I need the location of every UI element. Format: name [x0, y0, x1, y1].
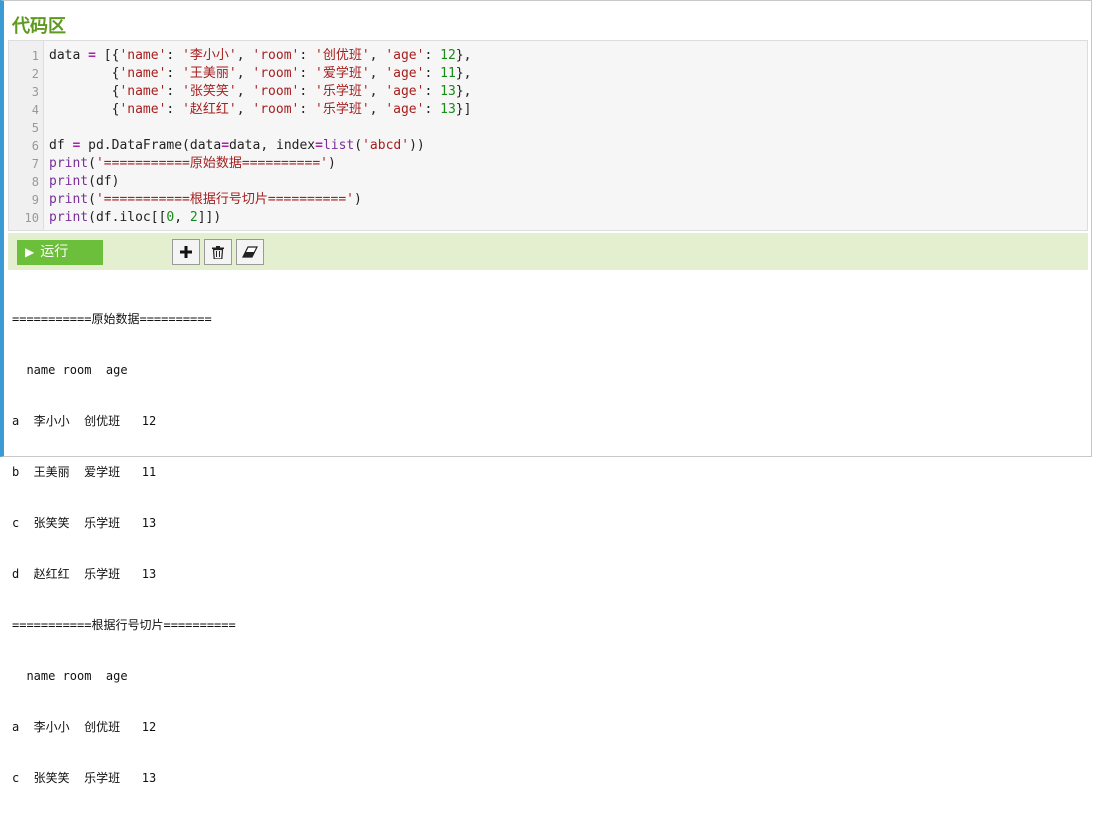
trash-icon	[212, 245, 224, 259]
line-number: 2	[31, 67, 39, 81]
play-icon: ▶	[25, 245, 35, 259]
code-text: print('===========根据行号切片==========')	[49, 192, 362, 207]
delete-button[interactable]	[204, 239, 232, 265]
code-text: {'name': '王美丽', 'room': '爱学班', 'age': 11…	[49, 66, 472, 81]
output-line: ===========原始数据==========	[12, 312, 212, 326]
line-number: 4	[31, 103, 39, 117]
editor-toolbar: ▶ 运行	[8, 233, 1088, 270]
code-text: data = [{'name': '李小小', 'room': '创优班', '…	[49, 48, 472, 63]
line-number: 9	[31, 193, 39, 207]
output-line: c 张笑笑 乐学班 13	[12, 771, 157, 785]
line-number: 3	[31, 85, 39, 99]
line-number: 8	[31, 175, 39, 189]
line-number: 1	[31, 49, 39, 63]
code-text: print(df.iloc[[0, 2]])	[49, 210, 222, 225]
plus-icon	[180, 246, 192, 258]
line-number: 10	[24, 211, 39, 225]
code-editor[interactable]: 1 data = [{'name': '李小小', 'room': '创优班', …	[8, 40, 1088, 231]
console-output: ===========原始数据========== name room age …	[12, 277, 236, 821]
run-button[interactable]: ▶ 运行	[17, 240, 103, 265]
line-number: 5	[31, 121, 39, 135]
output-line: a 李小小 创优班 12	[12, 720, 157, 734]
run-label: 运行	[40, 244, 69, 260]
output-line: a 李小小 创优班 12	[12, 414, 157, 428]
add-button[interactable]	[172, 239, 200, 265]
code-text: print(df)	[49, 174, 120, 189]
output-line: name room age	[12, 363, 128, 377]
line-number: 6	[31, 139, 39, 153]
line-number: 7	[31, 157, 39, 171]
output-line: d 赵红红 乐学班 13	[12, 567, 157, 581]
output-line: c 张笑笑 乐学班 13	[12, 516, 157, 530]
eraser-icon	[242, 246, 258, 258]
output-line: ===========根据行号切片==========	[12, 618, 236, 632]
output-line: b 王美丽 爱学班 11	[12, 465, 157, 479]
output-line: name room age	[12, 669, 128, 683]
code-text: print('===========原始数据==========')	[49, 156, 336, 171]
code-text: {'name': '张笑笑', 'room': '乐学班', 'age': 13…	[49, 84, 472, 99]
code-text: df = pd.DataFrame(data=data, index=list(…	[49, 138, 425, 153]
code-panel: 代码区 1 data = [{'name': '李小小', 'room': '创优…	[0, 0, 1092, 785]
clear-button[interactable]	[236, 239, 264, 265]
code-text: {'name': '赵红红', 'room': '乐学班', 'age': 13…	[49, 102, 472, 117]
panel-title: 代码区	[12, 16, 66, 37]
